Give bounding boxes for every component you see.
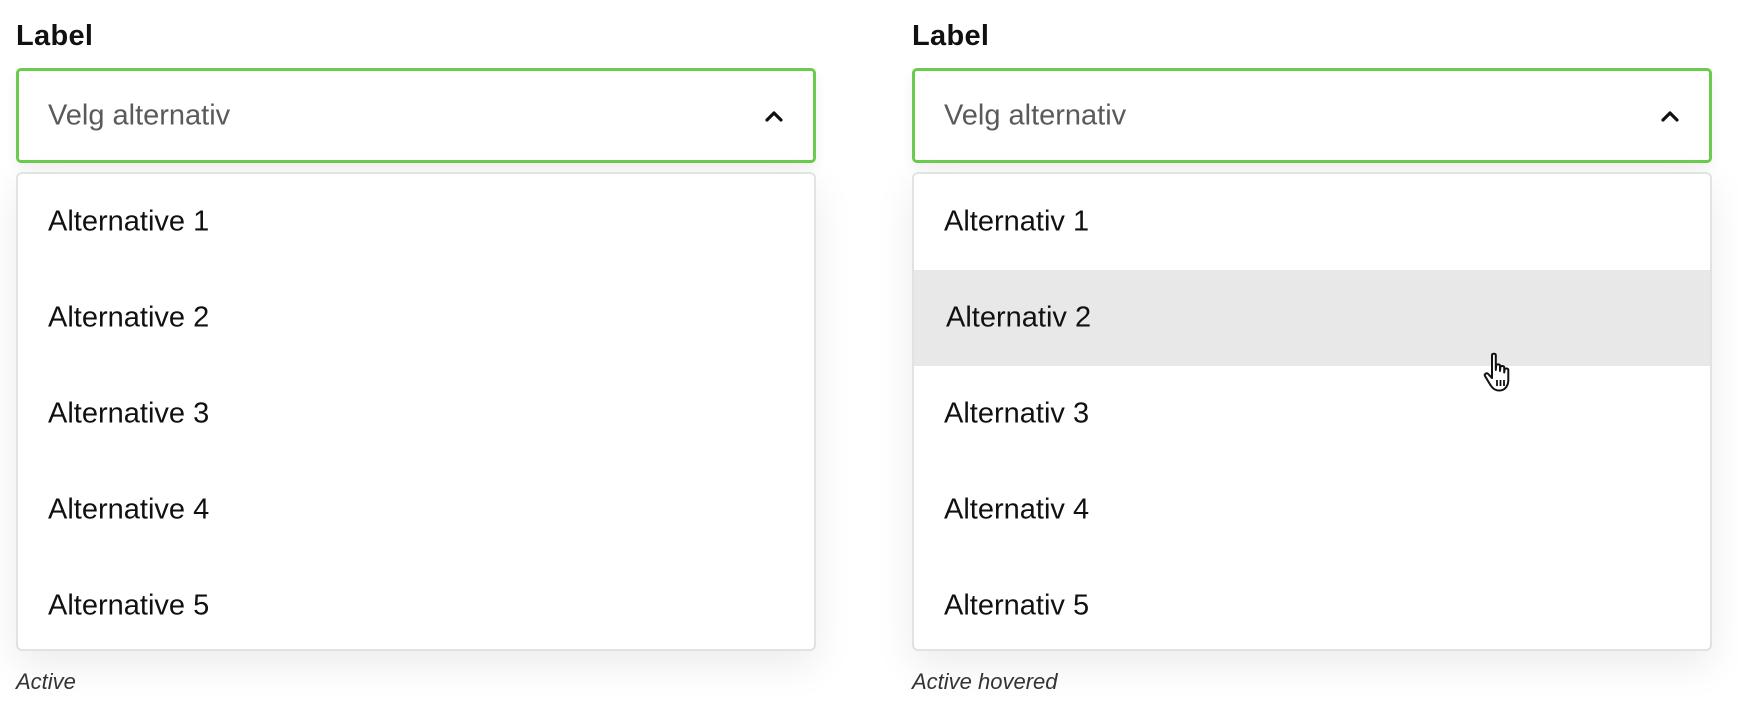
dropdown-option[interactable]: Alternative 3 <box>18 366 814 462</box>
dropdown-option[interactable]: Alternative 2 <box>18 270 814 366</box>
dropdown-option[interactable]: Alternativ 5 <box>914 558 1710 649</box>
hand-pointer-icon <box>1482 352 1516 394</box>
option-label: Alternative 4 <box>48 493 210 526</box>
option-label: Alternativ 1 <box>944 205 1090 238</box>
option-label: Alternative 1 <box>48 205 210 238</box>
option-label: Alternative 5 <box>48 589 210 622</box>
dropdown-list: Alternativ 1 Alternativ 2 Alternativ 3 A… <box>912 172 1712 651</box>
option-label: Alternativ 5 <box>944 589 1090 622</box>
state-caption: Active hovered <box>912 669 1058 694</box>
select-trigger[interactable]: Velg alternativ <box>16 68 816 163</box>
dropdown-option-hovered[interactable]: Alternativ 2 <box>914 270 1710 366</box>
state-caption: Active <box>16 669 76 694</box>
dropdown-option[interactable]: Alternativ 3 <box>914 366 1710 462</box>
dropdown-option[interactable]: Alternativ 1 <box>914 174 1710 270</box>
option-label: Alternative 2 <box>48 301 210 334</box>
dropdown-option[interactable]: Alternative 4 <box>18 462 814 558</box>
field-label: Label <box>16 20 94 52</box>
option-label: Alternativ 2 <box>946 301 1092 334</box>
option-label: Alternativ 3 <box>944 397 1090 430</box>
field-label: Label <box>912 20 990 52</box>
option-label: Alternative 3 <box>48 397 210 430</box>
select-placeholder: Velg alternativ <box>48 99 231 131</box>
dropdown-option[interactable]: Alternativ 4 <box>914 462 1710 558</box>
chevron-up-icon[interactable] <box>763 105 785 127</box>
select-trigger[interactable]: Velg alternativ <box>912 68 1712 163</box>
dropdown-option[interactable]: Alternative 5 <box>18 558 814 649</box>
dropdown-list: Alternative 1 Alternative 2 Alternative … <box>16 172 816 651</box>
chevron-up-icon[interactable] <box>1659 105 1681 127</box>
option-label: Alternativ 4 <box>944 493 1090 526</box>
select-placeholder: Velg alternativ <box>944 99 1127 131</box>
dropdown-option[interactable]: Alternative 1 <box>18 174 814 270</box>
